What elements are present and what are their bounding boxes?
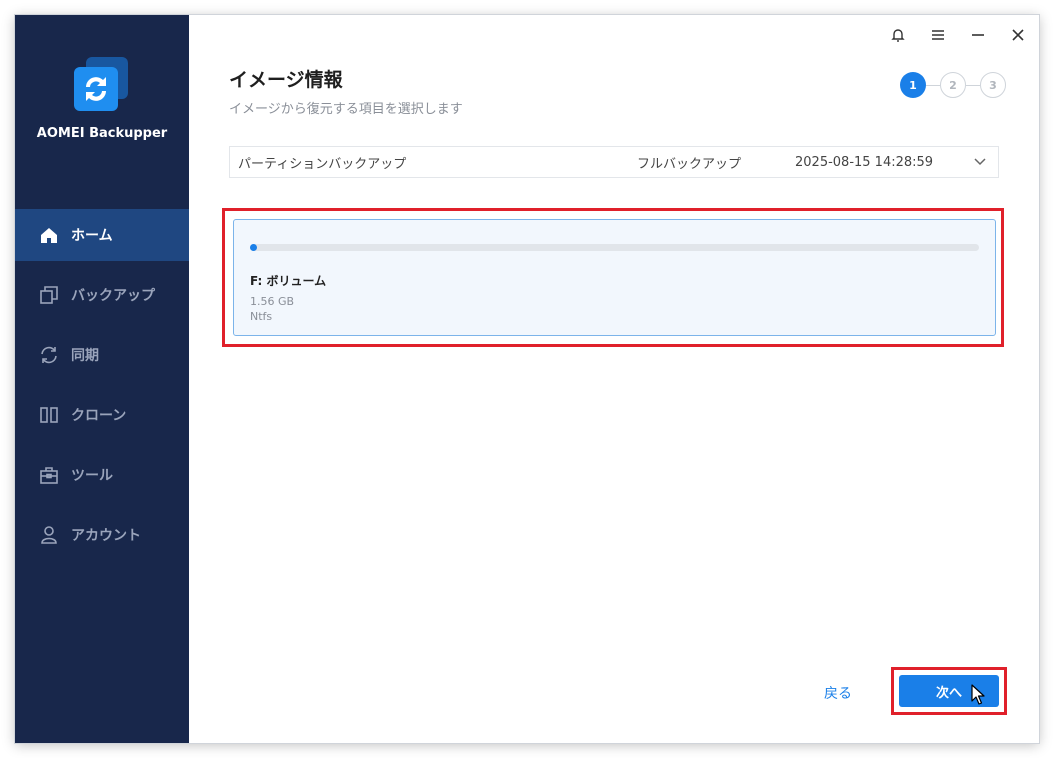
- step-1: 1: [900, 72, 926, 98]
- page-title: イメージ情報: [229, 69, 343, 91]
- sidebar: AOMEI Backupper ホーム バックアップ 同期 クローン ツール ア…: [15, 15, 189, 743]
- backup-name: パーティションバックアップ: [238, 156, 407, 172]
- home-icon: [38, 224, 60, 246]
- close-icon[interactable]: [1006, 23, 1030, 47]
- step-3: 3: [980, 72, 1006, 98]
- minimize-icon[interactable]: [966, 23, 990, 47]
- usage-bar: [250, 244, 979, 251]
- sidebar-item-home[interactable]: ホーム: [15, 209, 189, 261]
- backup-version-selector[interactable]: パーティションバックアップ フルバックアップ 2025-08-15 14:28:…: [229, 146, 999, 178]
- step-2: 2: [940, 72, 966, 98]
- backup-type: フルバックアップ: [637, 156, 742, 172]
- toolbox-icon: [38, 464, 60, 486]
- usage-bar-fill: [250, 244, 258, 251]
- clone-icon: [38, 404, 60, 426]
- sidebar-item-backup[interactable]: バックアップ: [15, 269, 189, 321]
- page-subtitle: イメージから復元する項目を選択します: [229, 102, 463, 117]
- volume-label: F: ボリューム: [250, 274, 327, 288]
- bell-icon[interactable]: [886, 23, 910, 47]
- sidebar-item-label: バックアップ: [71, 288, 155, 304]
- aomei-logo-icon: [72, 55, 130, 113]
- sidebar-item-clone[interactable]: クローン: [15, 389, 189, 441]
- sync-icon: [38, 344, 60, 366]
- back-button[interactable]: 戻る: [824, 683, 852, 703]
- menu-icon[interactable]: [926, 23, 950, 47]
- volume-filesystem: Ntfs: [250, 310, 273, 323]
- chevron-down-icon[interactable]: [972, 154, 988, 170]
- mouse-cursor-icon: [971, 684, 985, 705]
- sidebar-item-account[interactable]: アカウント: [15, 509, 189, 561]
- step-connector: [926, 85, 940, 86]
- step-connector: [966, 85, 980, 86]
- sidebar-item-sync[interactable]: 同期: [15, 329, 189, 381]
- sidebar-item-label: ホーム: [71, 228, 113, 244]
- partition-card[interactable]: F: ボリューム 1.56 GB Ntfs: [233, 219, 996, 336]
- sidebar-item-tools[interactable]: ツール: [15, 449, 189, 501]
- backup-date: 2025-08-15 14:28:59: [795, 154, 934, 170]
- sidebar-item-label: アカウント: [71, 528, 141, 544]
- app-name: AOMEI Backupper: [36, 126, 168, 141]
- step-indicator: 1 2 3: [900, 72, 1010, 100]
- sidebar-item-label: 同期: [71, 348, 99, 364]
- volume-size: 1.56 GB: [250, 295, 295, 308]
- sidebar-item-label: ツール: [71, 468, 113, 484]
- sidebar-item-label: クローン: [71, 408, 127, 424]
- app-window: AOMEI Backupper ホーム バックアップ 同期 クローン ツール ア…: [15, 15, 1039, 743]
- backup-icon: [38, 284, 60, 306]
- user-icon: [38, 524, 60, 546]
